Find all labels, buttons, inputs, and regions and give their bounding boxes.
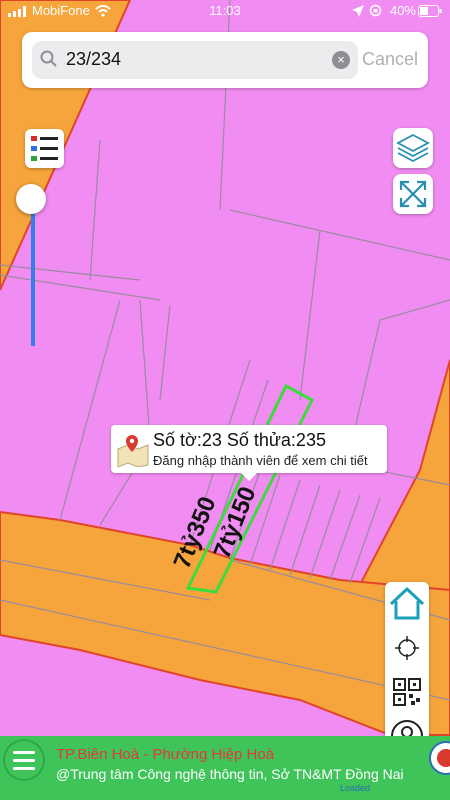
hamburger-menu-icon [13, 751, 35, 770]
opacity-slider-track[interactable] [31, 200, 35, 346]
parcel-info-popup[interactable]: Số tờ:23 Số thửa:235 Đăng nhập thành viê… [111, 425, 387, 481]
map-tools-panel [385, 582, 429, 760]
home-button[interactable] [385, 582, 429, 626]
legend-list-icon [31, 136, 58, 161]
status-bar: MobiFone 11:03 40% [0, 0, 450, 22]
parcel-subtitle: Đăng nhập thành viên để xem chi tiết [153, 453, 368, 468]
menu-button[interactable] [3, 739, 45, 781]
opacity-slider-handle[interactable] [16, 184, 46, 214]
legend-button[interactable] [25, 129, 64, 168]
search-value: 23/234 [66, 49, 122, 69]
crosshair-icon [395, 636, 419, 660]
search-icon [40, 50, 57, 67]
agency-logo-icon [429, 741, 450, 775]
search-bar: 23/234 × Cancel [22, 32, 428, 88]
parcel-title: Số tờ:23 Số thửa:235 [153, 430, 326, 450]
search-input[interactable]: 23/234 × [32, 41, 358, 79]
map-pin-icon [117, 435, 149, 467]
footer-bar: TP.Biên Hoà - Phường Hiệp Hoà @Trung tâm… [0, 736, 450, 800]
orientation-lock-icon [369, 4, 382, 17]
qr-scan-button[interactable] [385, 670, 429, 714]
expand-arrows-icon [399, 180, 427, 208]
layers-icon [396, 133, 430, 163]
locate-button[interactable] [385, 626, 429, 670]
layers-button[interactable] [393, 128, 433, 168]
popup-pointer [241, 473, 257, 481]
clear-icon[interactable]: × [332, 51, 350, 69]
credit-text: @Trung tâm Công nghệ thông tin, Sở TN&MT… [56, 766, 404, 782]
battery-icon [418, 5, 442, 17]
cancel-button[interactable]: Cancel [362, 49, 418, 70]
map-canvas[interactable]: 7tỷ350 7tỷ150 [0, 0, 450, 800]
battery-percent: 40% [389, 3, 416, 18]
location-arrow-icon [352, 5, 364, 17]
location-text: TP.Biên Hoà - Phường Hiệp Hoà [56, 746, 275, 763]
clock: 11:03 [209, 3, 241, 18]
load-status: Loaded [340, 783, 371, 793]
qr-scan-icon [393, 678, 421, 706]
fullscreen-button[interactable] [393, 174, 433, 214]
home-icon [389, 586, 425, 620]
